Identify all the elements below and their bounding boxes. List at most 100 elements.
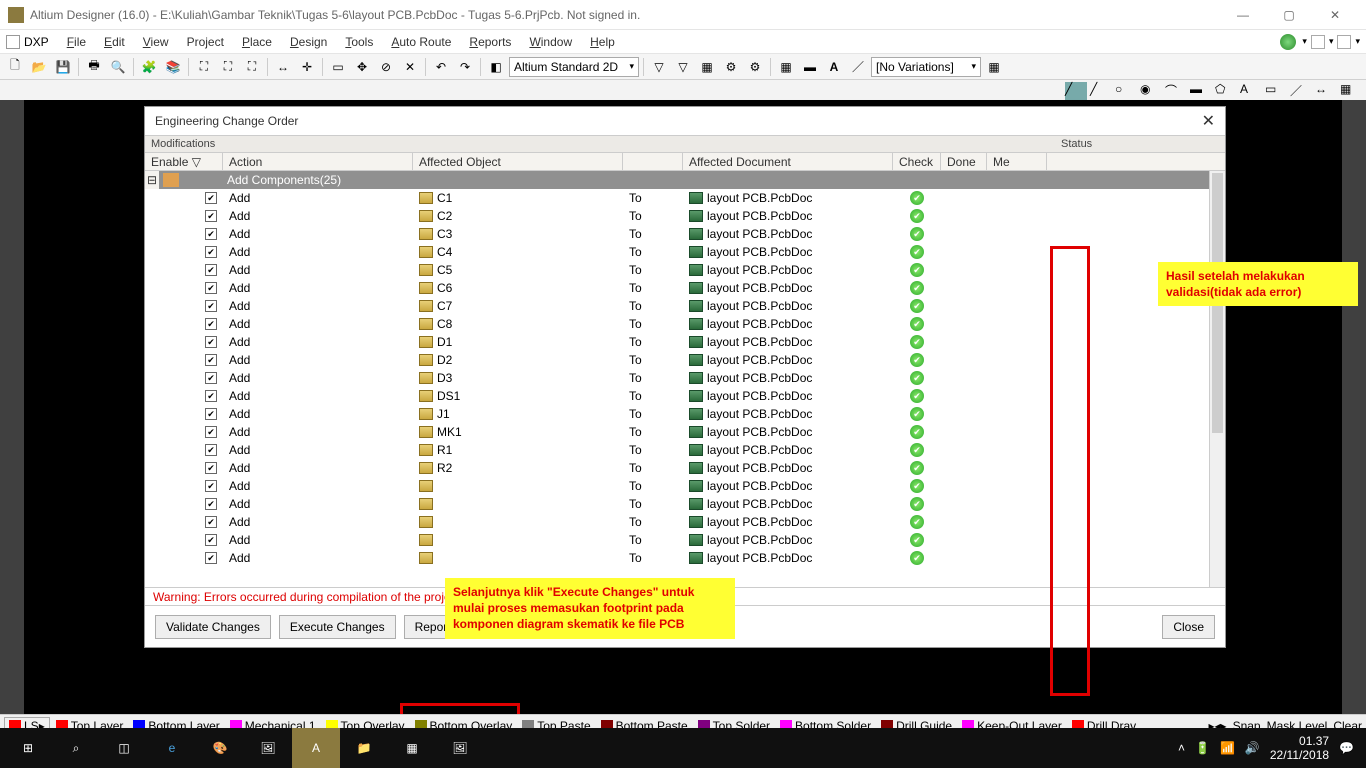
search-icon[interactable]: ⌕ — [52, 728, 100, 768]
calc-icon[interactable]: ▦ — [388, 728, 436, 768]
eco-row[interactable]: AddR2Tolayout PCB.PcbDoc — [145, 459, 1225, 477]
enable-checkbox[interactable] — [205, 534, 217, 546]
align-icon[interactable]: ▦ — [696, 56, 718, 78]
eco-row[interactable]: AddTolayout PCB.PcbDoc — [145, 531, 1225, 549]
enable-checkbox[interactable] — [205, 282, 217, 294]
vertical-scrollbar[interactable] — [1209, 171, 1225, 587]
explorer-icon[interactable]: 📁 — [340, 728, 388, 768]
zoom-area-icon[interactable]: ⛶ — [193, 56, 215, 78]
eco-row[interactable]: AddC6Tolayout PCB.PcbDoc — [145, 279, 1225, 297]
menu-autoroute[interactable]: Auto Route — [383, 32, 459, 52]
view-config-combo[interactable]: Altium Standard 2D▾ — [509, 57, 639, 77]
eco-row[interactable]: AddR1Tolayout PCB.PcbDoc — [145, 441, 1225, 459]
eco-row[interactable]: AddMK1Tolayout PCB.PcbDoc — [145, 423, 1225, 441]
eco-row[interactable]: AddC8Tolayout PCB.PcbDoc — [145, 315, 1225, 333]
battery-icon[interactable]: 🔋 — [1195, 741, 1210, 755]
menu-view[interactable]: View — [135, 32, 177, 52]
start-button[interactable]: ⊞ — [4, 728, 52, 768]
gear-icon[interactable]: ⚙ — [720, 56, 742, 78]
eco-row[interactable]: AddTolayout PCB.PcbDoc — [145, 477, 1225, 495]
eco-row[interactable]: AddD2Tolayout PCB.PcbDoc — [145, 351, 1225, 369]
move-icon[interactable]: ✥ — [351, 56, 373, 78]
eco-row[interactable]: AddTolayout PCB.PcbDoc — [145, 495, 1225, 513]
undo-icon[interactable]: ↶ — [430, 56, 452, 78]
enable-checkbox[interactable] — [205, 336, 217, 348]
eco-row[interactable]: AddD3Tolayout PCB.PcbDoc — [145, 369, 1225, 387]
update-status-icon[interactable] — [1280, 34, 1296, 50]
group-row[interactable]: ⊟ Add Components(25) — [145, 171, 1225, 189]
altium-taskbar-icon[interactable]: A — [292, 728, 340, 768]
select-filter-icon[interactable]: ▽ — [672, 56, 694, 78]
grid-icon[interactable]: ▦ — [775, 56, 797, 78]
gallery-icon[interactable]: 🖼 — [436, 728, 484, 768]
menu-file[interactable]: File — [59, 32, 94, 52]
dxp-menu[interactable]: DXP — [6, 35, 49, 49]
zoom-fit-icon[interactable]: ⛶ — [217, 56, 239, 78]
layout-dropdown-2[interactable] — [1337, 35, 1351, 49]
eco-row[interactable]: AddC1Tolayout PCB.PcbDoc — [145, 189, 1225, 207]
edge-icon[interactable]: e — [148, 728, 196, 768]
col-document[interactable]: Affected Document — [683, 153, 893, 170]
clock[interactable]: 01.3722/11/2018 — [1270, 734, 1329, 763]
zoom-selected-icon[interactable]: ⛶ — [241, 56, 263, 78]
enable-checkbox[interactable] — [205, 552, 217, 564]
enable-checkbox[interactable] — [205, 408, 217, 420]
enable-checkbox[interactable] — [205, 246, 217, 258]
eco-row[interactable]: AddD1Tolayout PCB.PcbDoc — [145, 333, 1225, 351]
view3d-icon[interactable]: ◧ — [485, 56, 507, 78]
eco-row[interactable]: AddTolayout PCB.PcbDoc — [145, 513, 1225, 531]
menu-edit[interactable]: Edit — [96, 32, 133, 52]
select-area-icon[interactable]: ▭ — [327, 56, 349, 78]
enable-checkbox[interactable] — [205, 318, 217, 330]
new-icon[interactable]: 🗋 — [4, 56, 26, 78]
wifi-icon[interactable]: 📶 — [1220, 741, 1235, 755]
enable-checkbox[interactable] — [205, 192, 217, 204]
enable-checkbox[interactable] — [205, 210, 217, 222]
projects-icon[interactable]: 📚 — [162, 56, 184, 78]
text-icon[interactable]: A — [823, 56, 845, 78]
eco-row[interactable]: AddC2Tolayout PCB.PcbDoc — [145, 207, 1225, 225]
redo-icon[interactable]: ↷ — [454, 56, 476, 78]
minimize-button[interactable]: — — [1220, 0, 1266, 30]
validate-changes-button[interactable]: Validate Changes — [155, 615, 271, 639]
maximize-button[interactable]: ▢ — [1266, 0, 1312, 30]
enable-checkbox[interactable] — [205, 516, 217, 528]
gear2-icon[interactable]: ⚙ — [744, 56, 766, 78]
cross-probe-icon[interactable]: ✛ — [296, 56, 318, 78]
enable-checkbox[interactable] — [205, 300, 217, 312]
layout-dropdown-1[interactable] — [1311, 35, 1325, 49]
rect-fill-icon[interactable]: ▬ — [799, 56, 821, 78]
enable-checkbox[interactable] — [205, 372, 217, 384]
eco-row[interactable]: AddDS1Tolayout PCB.PcbDoc — [145, 387, 1225, 405]
menu-place[interactable]: Place — [234, 32, 280, 52]
col-action[interactable]: Action — [223, 153, 413, 170]
eco-row[interactable]: AddC7Tolayout PCB.PcbDoc — [145, 297, 1225, 315]
menu-project[interactable]: Project — [179, 32, 232, 52]
taskview-icon[interactable]: ◫ — [100, 728, 148, 768]
variations-combo[interactable]: [No Variations]▾ — [871, 57, 981, 77]
line-icon[interactable]: ／ — [847, 56, 869, 78]
deselect-icon[interactable]: ⊘ — [375, 56, 397, 78]
eco-row[interactable]: AddJ1Tolayout PCB.PcbDoc — [145, 405, 1225, 423]
tray-up-icon[interactable]: ˄ — [1178, 741, 1185, 755]
board-icon[interactable]: ▦ — [983, 56, 1005, 78]
enable-checkbox[interactable] — [205, 264, 217, 276]
photos-icon[interactable]: 🖼 — [244, 728, 292, 768]
col-object[interactable]: Affected Object — [413, 153, 623, 170]
enable-checkbox[interactable] — [205, 480, 217, 492]
menu-window[interactable]: Window — [521, 32, 580, 52]
enable-checkbox[interactable] — [205, 354, 217, 366]
close-button[interactable]: ✕ — [1312, 0, 1358, 30]
enable-checkbox[interactable] — [205, 228, 217, 240]
clear-icon[interactable]: ✕ — [399, 56, 421, 78]
menu-help[interactable]: Help — [582, 32, 623, 52]
menu-design[interactable]: Design — [282, 32, 335, 52]
system-tray[interactable]: ˄ 🔋 📶 🔊 01.3722/11/2018 💬 — [1178, 734, 1362, 763]
paint-icon[interactable]: 🎨 — [196, 728, 244, 768]
eco-row[interactable]: AddC4Tolayout PCB.PcbDoc — [145, 243, 1225, 261]
col-check[interactable]: Check — [893, 153, 941, 170]
menu-tools[interactable]: Tools — [337, 32, 381, 52]
print-icon[interactable]: 🖶 — [83, 56, 105, 78]
volume-icon[interactable]: 🔊 — [1245, 741, 1260, 755]
eco-row[interactable]: AddC5Tolayout PCB.PcbDoc — [145, 261, 1225, 279]
